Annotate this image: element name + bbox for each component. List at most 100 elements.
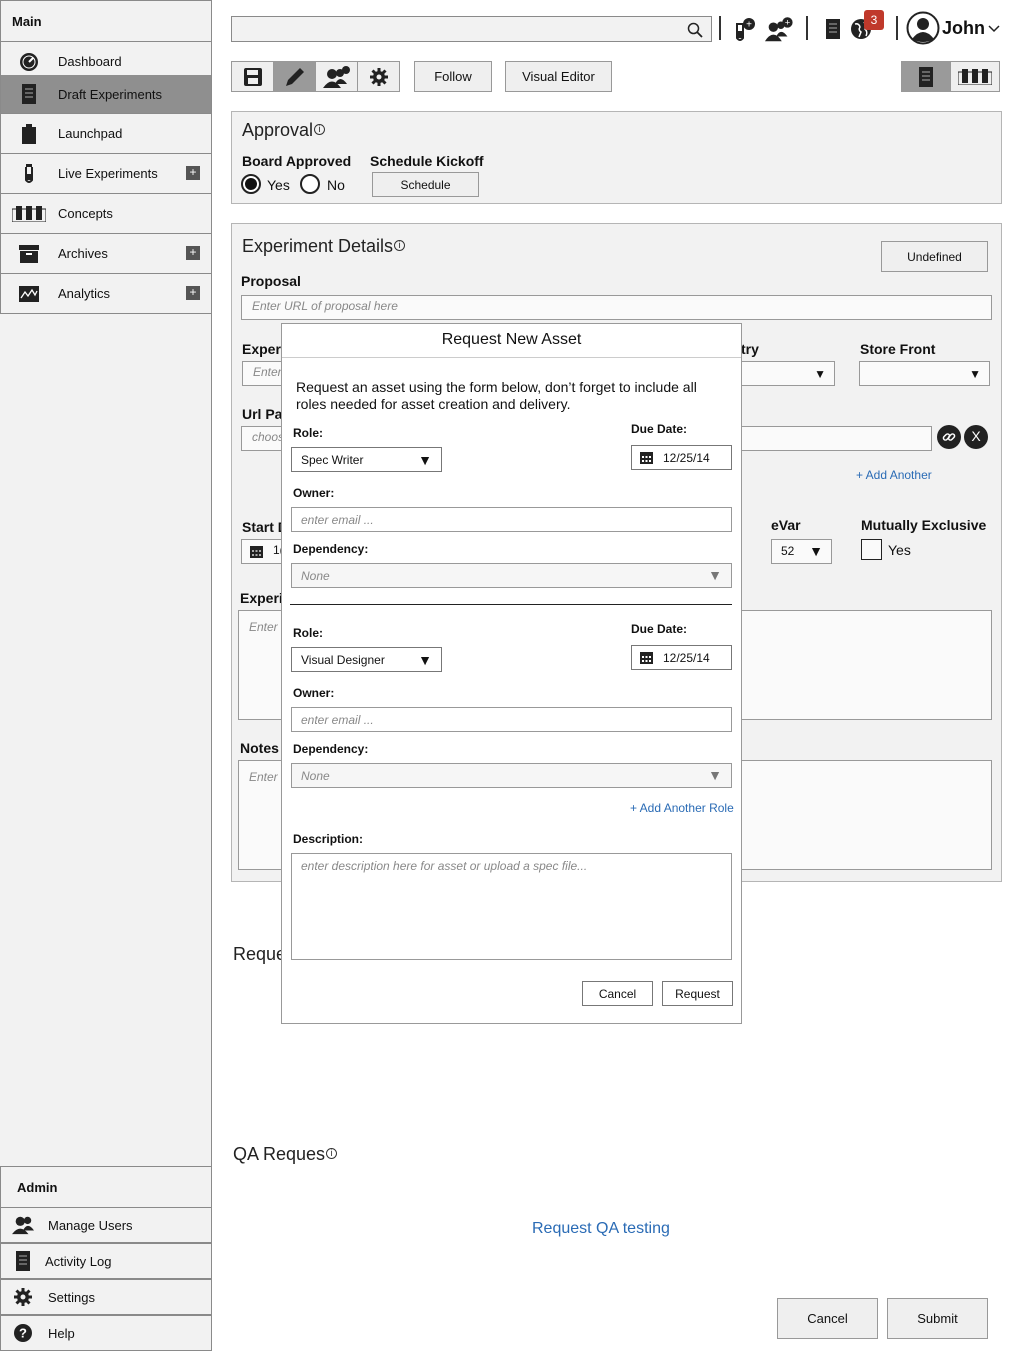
sidebar-item-label: Concepts <box>58 206 113 221</box>
due-date-input[interactable]: 12/25/14 <box>631 445 732 470</box>
help-icon: ? <box>12 1322 34 1344</box>
sidebar-item-label: Activity Log <box>45 1253 112 1269</box>
info-icon[interactable]: i <box>314 124 326 135</box>
dropdown-arrow-icon: ▼ <box>708 767 722 783</box>
owner-email-input[interactable]: enter email ... <box>291 707 732 732</box>
notebook-icon[interactable] <box>818 14 848 44</box>
follow-button[interactable]: Follow <box>414 61 492 92</box>
store-front-select[interactable]: ▼ <box>859 361 990 386</box>
due-date-label: Due Date: <box>631 622 688 636</box>
description-textarea[interactable]: enter description here for asset or uplo… <box>291 853 732 960</box>
info-icon[interactable]: i <box>394 240 406 251</box>
notification-badge[interactable]: 3 <box>864 10 884 30</box>
mutually-exclusive-checkbox[interactable] <box>861 539 882 560</box>
sidebar-item-label: Manage Users <box>48 1217 133 1233</box>
dropdown-arrow-icon: ▼ <box>418 652 432 668</box>
schedule-button[interactable]: Schedule <box>372 172 479 197</box>
edit-toolbar <box>231 61 400 92</box>
sidebar-item-settings[interactable]: Settings <box>0 1279 212 1315</box>
sidebar-item-launchpad[interactable]: Launchpad <box>0 114 212 154</box>
divider <box>806 16 808 40</box>
sidebar-item-help[interactable]: ? Help <box>0 1315 212 1351</box>
sidebar-item-live-experiments[interactable]: Live Experiments + <box>0 154 212 194</box>
role-select[interactable]: Visual Designer ▼ <box>291 647 442 672</box>
share-users-button[interactable] <box>315 61 358 92</box>
expand-archives-button[interactable]: + <box>186 246 200 260</box>
dependency-label: Dependency: <box>293 742 369 756</box>
cancel-button[interactable]: Cancel <box>777 1298 878 1339</box>
save-icon <box>243 67 262 86</box>
evar-select[interactable]: 52 ▼ <box>771 539 832 564</box>
add-another-role-link[interactable]: + Add Another Role <box>630 801 734 815</box>
expand-analytics-button[interactable]: + <box>186 286 200 300</box>
proposal-label: Proposal <box>241 273 301 289</box>
sidebar-item-concepts[interactable]: Concepts <box>0 194 212 234</box>
user-name[interactable]: John <box>942 18 985 39</box>
edit-button[interactable] <box>273 61 316 92</box>
modal-intro-text: Request an asset using the form below, d… <box>296 379 697 412</box>
board-approved-label: Board Approved <box>242 153 352 169</box>
mutually-exclusive-label: Mutually Exclusive <box>861 517 987 533</box>
expand-live-experiments-button[interactable]: + <box>186 166 200 180</box>
notebook-icon <box>18 83 40 105</box>
url-label: Url Pa <box>242 406 283 422</box>
new-experiment-icon[interactable]: + <box>729 14 759 44</box>
sidebar-item-label: Help <box>48 1325 75 1341</box>
add-another-url-link[interactable]: + Add Another <box>856 468 932 482</box>
board-approved-no-radio[interactable] <box>300 174 320 194</box>
role-select[interactable]: Spec Writer ▼ <box>291 447 442 472</box>
board-approved-yes-radio[interactable] <box>241 174 261 194</box>
store-front-label: Store Front <box>860 341 936 357</box>
add-user-icon[interactable]: + <box>764 14 794 44</box>
gauge-icon <box>18 51 40 73</box>
description-label: Description: <box>293 832 364 846</box>
owner-email-input[interactable]: enter email ... <box>291 507 732 532</box>
sidebar-item-activity-log[interactable]: Activity Log <box>0 1243 212 1279</box>
settings-button[interactable] <box>357 61 400 92</box>
remove-url-icon[interactable]: X <box>964 425 988 449</box>
owner-label: Owner: <box>293 486 335 500</box>
info-icon[interactable]: i <box>326 1148 338 1159</box>
role-label: Role: <box>293 626 323 640</box>
modal-cancel-button[interactable]: Cancel <box>582 981 653 1006</box>
gear-icon <box>369 67 388 86</box>
due-date-label: Due Date: <box>631 422 688 436</box>
owner-label: Owner: <box>293 686 335 700</box>
notebook-view-button[interactable] <box>901 61 951 92</box>
concepts-view-button[interactable] <box>950 61 1000 92</box>
due-date-input[interactable]: 12/25/14 <box>631 645 732 670</box>
request-qa-link[interactable]: Request QA testing <box>532 1220 670 1238</box>
status-button[interactable]: Undefined <box>881 241 988 272</box>
users-icon <box>12 1214 34 1236</box>
experiment-description-label: Experi <box>240 590 283 606</box>
save-button[interactable] <box>231 61 274 92</box>
dependency-select[interactable]: None ▼ <box>291 763 732 788</box>
sidebar-item-manage-users[interactable]: Manage Users <box>0 1207 212 1243</box>
link-icon[interactable] <box>937 425 961 449</box>
divider <box>719 16 721 40</box>
sidebar-item-analytics[interactable]: Analytics + <box>0 274 212 314</box>
clipboard-icon <box>18 123 40 145</box>
search-icon[interactable] <box>687 22 703 41</box>
experiment-details-title: Experiment Details i <box>242 236 406 257</box>
mutually-exclusive-yes-label: Yes <box>888 542 911 558</box>
evar-label: eVar <box>771 517 801 533</box>
request-asset-modal: Request New Asset Request an asset using… <box>281 323 742 1024</box>
sidebar-item-draft-experiments[interactable]: Draft Experiments <box>0 75 212 114</box>
sidebar-item-label: Analytics <box>58 286 111 301</box>
chevron-down-icon[interactable] <box>985 14 1003 44</box>
flask-icon <box>18 163 40 185</box>
submit-button[interactable]: Submit <box>887 1298 988 1339</box>
pencil-icon <box>285 67 304 86</box>
dropdown-arrow-icon: ▼ <box>418 452 432 468</box>
sidebar-main-heading: Main <box>0 0 212 42</box>
modal-request-button[interactable]: Request <box>662 981 733 1006</box>
visual-editor-button[interactable]: Visual Editor <box>505 61 612 92</box>
country-label: try <box>741 341 759 357</box>
proposal-input[interactable]: Enter URL of proposal here <box>241 295 992 320</box>
dependency-select[interactable]: None ▼ <box>291 563 732 588</box>
sidebar-item-archives[interactable]: Archives + <box>0 234 212 274</box>
avatar[interactable] <box>905 10 941 46</box>
search-input[interactable] <box>231 16 712 42</box>
test-tubes-icon <box>958 68 992 85</box>
